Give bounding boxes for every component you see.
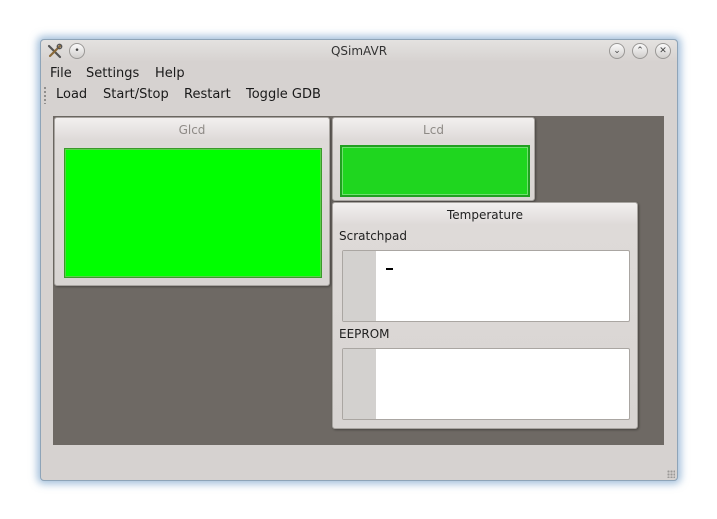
- toolbar-grip-icon[interactable]: [43, 86, 47, 104]
- glcd-subwindow[interactable]: Glcd: [54, 117, 330, 286]
- eeprom-textbox[interactable]: [342, 348, 630, 420]
- resize-grip-icon[interactable]: [667, 470, 675, 478]
- toolbar: Load Start/Stop Restart Toggle GDB: [41, 84, 677, 106]
- eeprom-label: EEPROM: [339, 327, 390, 341]
- temperature-title: Temperature: [446, 208, 523, 222]
- start-stop-button[interactable]: Start/Stop: [103, 87, 169, 102]
- text-cursor: [386, 268, 393, 270]
- main-window: • QSimAVR ⌄ ⌃ ✕ File Settings Help Load …: [40, 39, 678, 481]
- maximize-icon[interactable]: ⌃: [632, 43, 648, 59]
- menu-settings[interactable]: Settings: [86, 66, 139, 81]
- scratchpad-gutter: [343, 251, 376, 321]
- restart-button[interactable]: Restart: [184, 87, 231, 102]
- lcd-subwindow[interactable]: Lcd: [332, 117, 535, 201]
- close-icon[interactable]: ✕: [655, 43, 671, 59]
- glcd-screen: [64, 148, 322, 278]
- scratchpad-textbox[interactable]: [342, 250, 630, 322]
- title-bar[interactable]: • QSimAVR ⌄ ⌃ ✕: [41, 40, 677, 62]
- load-button[interactable]: Load: [56, 87, 87, 102]
- toggle-gdb-button[interactable]: Toggle GDB: [246, 87, 321, 102]
- menu-help[interactable]: Help: [155, 66, 185, 81]
- window-title: QSimAVR: [330, 44, 388, 58]
- lcd-screen: [340, 145, 530, 197]
- scratchpad-label: Scratchpad: [339, 229, 407, 243]
- minimize-icon[interactable]: ⌄: [609, 43, 625, 59]
- menu-bar: File Settings Help: [41, 63, 677, 83]
- eeprom-gutter: [343, 349, 376, 419]
- lcd-title: Lcd: [423, 123, 444, 137]
- mdi-area: Glcd Lcd Temperature Scratchpad EEPROM: [53, 116, 664, 445]
- glcd-title: Glcd: [178, 123, 206, 137]
- temperature-subwindow[interactable]: Temperature Scratchpad EEPROM: [332, 202, 638, 429]
- menu-file[interactable]: File: [50, 66, 72, 81]
